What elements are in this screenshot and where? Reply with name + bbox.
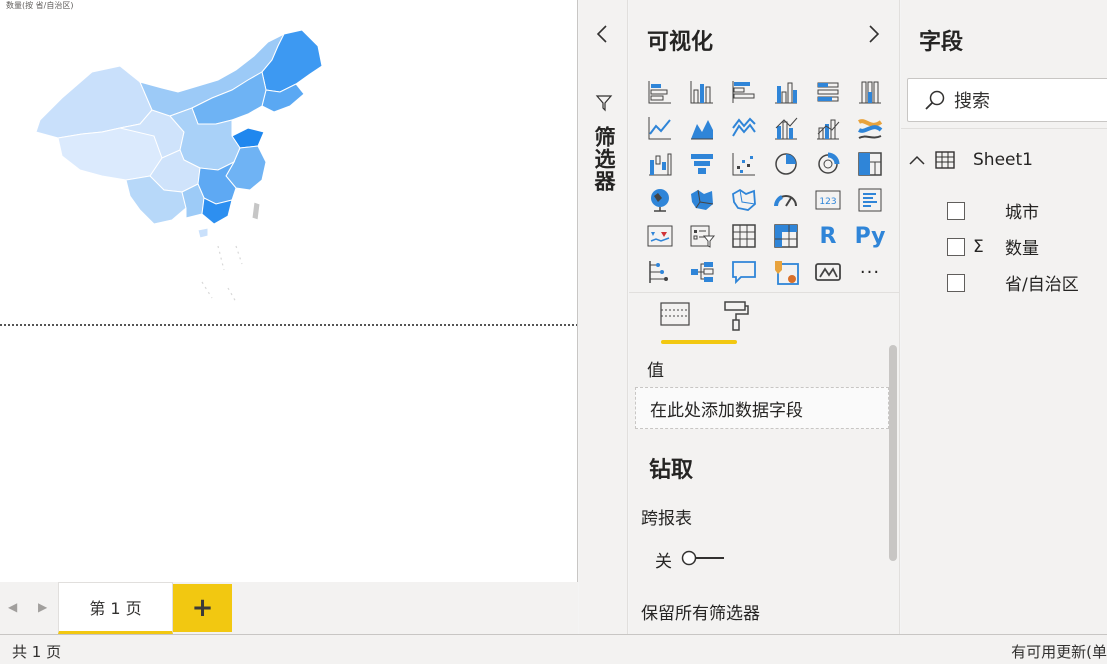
visual-gallery: 123 R Py ···	[639, 74, 889, 290]
table-name: Sheet1	[973, 150, 1033, 170]
map-icon[interactable]	[639, 182, 681, 218]
visualizations-title: 可视化	[647, 30, 714, 55]
pie-chart-icon[interactable]	[765, 146, 807, 182]
page-tab-1[interactable]: 第 1 页	[58, 582, 173, 634]
drillthrough-title: 钻取	[649, 458, 694, 483]
field-name: 省/自治区	[1005, 275, 1079, 295]
field-item-province[interactable]: 省/自治区	[947, 270, 1079, 295]
kpi-icon[interactable]	[639, 218, 681, 254]
stacked-bar-chart-icon[interactable]	[639, 74, 681, 110]
fields-search-input[interactable]: 搜索	[907, 78, 1107, 122]
cross-report-toggle-state: 关	[655, 552, 672, 572]
key-influencers-icon[interactable]	[639, 254, 681, 290]
filters-pane: 筛选器	[579, 0, 628, 634]
python-visual-label: Py	[854, 223, 886, 249]
r-script-visual-label: R	[819, 223, 837, 249]
table-sheet1-row[interactable]: Sheet1	[907, 150, 1033, 170]
paginated-report-icon[interactable]	[807, 254, 849, 290]
line-and-stacked-column-chart-icon[interactable]	[765, 110, 807, 146]
table-icon	[935, 151, 955, 169]
collapse-filters-chevron-left-icon[interactable]	[595, 24, 609, 50]
values-drop-zone[interactable]: 在此处添加数据字段	[635, 387, 889, 429]
svg-text:123: 123	[819, 197, 836, 207]
next-page-arrow-icon[interactable]: ▶	[38, 600, 47, 614]
field-checkbox[interactable]	[947, 201, 965, 220]
100-stacked-bar-chart-icon[interactable]	[807, 74, 849, 110]
field-checkbox[interactable]	[947, 273, 965, 292]
ribbon-chart-icon[interactable]	[849, 110, 891, 146]
filters-pane-label[interactable]: 筛选器	[589, 126, 619, 192]
fields-separator	[901, 128, 1107, 129]
active-tab-underline	[661, 340, 737, 344]
map-islands	[201, 245, 243, 303]
gauge-icon[interactable]	[765, 182, 807, 218]
line-chart-icon[interactable]	[639, 110, 681, 146]
python-visual-icon[interactable]: Py	[849, 218, 891, 254]
report-canvas[interactable]: 数量(按 省/自治区)	[0, 0, 578, 582]
keep-all-filters-label: 保留所有筛选器	[641, 604, 760, 624]
add-page-button[interactable]: +	[173, 584, 232, 632]
stacked-column-chart-icon[interactable]	[681, 74, 723, 110]
r-script-visual-icon[interactable]: R	[807, 218, 849, 254]
smart-narrative-icon[interactable]	[765, 254, 807, 290]
filled-map-visual[interactable]	[22, 20, 332, 310]
map-title: 数量(按 省/自治区)	[6, 1, 74, 10]
area-chart-icon[interactable]	[681, 110, 723, 146]
line-and-clustered-column-chart-icon[interactable]	[807, 110, 849, 146]
field-checkbox[interactable]	[947, 237, 965, 256]
field-name: 数量	[1005, 239, 1039, 259]
clustered-bar-chart-icon[interactable]	[723, 74, 765, 110]
cross-report-toggle[interactable]	[681, 550, 725, 566]
expand-chevron-right-icon[interactable]	[867, 24, 881, 50]
donut-chart-icon[interactable]	[807, 146, 849, 182]
field-item-quantity[interactable]: Σ 数量	[947, 234, 1039, 259]
search-icon	[925, 90, 945, 110]
pane-scrollbar[interactable]	[889, 345, 897, 561]
map-region	[251, 201, 261, 221]
search-placeholder: 搜索	[954, 91, 990, 112]
fields-well-tab[interactable]	[659, 300, 737, 344]
field-item-city[interactable]: 城市	[947, 198, 1039, 223]
pane-separator	[629, 292, 900, 293]
clustered-column-chart-icon[interactable]	[765, 74, 807, 110]
shape-map-icon[interactable]	[723, 182, 765, 218]
waterfall-chart-icon[interactable]	[639, 146, 681, 182]
chevron-up-icon[interactable]	[907, 154, 927, 166]
funnel-icon	[595, 94, 613, 116]
fields-well-icon	[660, 302, 690, 326]
values-well-label: 值	[647, 361, 664, 381]
paint-roller-icon	[724, 301, 749, 331]
cross-report-label: 跨报表	[641, 509, 692, 529]
fields-pane: 字段 搜索 Sheet1 城市 Σ 数量 省/自治区	[901, 0, 1107, 634]
status-bar: 共 1 页 有可用更新(单	[0, 634, 1107, 664]
page-count-text: 共 1 页	[12, 643, 62, 661]
slicer-icon[interactable]	[681, 218, 723, 254]
table-icon[interactable]	[723, 218, 765, 254]
filled-map-icon[interactable]	[681, 182, 723, 218]
update-available-link[interactable]: 有可用更新(单	[1011, 641, 1107, 662]
page-tabs-bar: ◀ ▶ 第 1 页 +	[0, 582, 578, 634]
map-region	[261, 29, 323, 93]
sigma-icon: Σ	[973, 236, 984, 257]
qa-visual-icon[interactable]	[723, 254, 765, 290]
canvas-divider	[0, 324, 577, 326]
more-visuals-label: ···	[859, 261, 881, 283]
scatter-chart-icon[interactable]	[723, 146, 765, 182]
visualizations-pane: 可视化 123 R Py ··· 值 在此处添加数据字段 钻取 跨报表 关 保留…	[629, 0, 900, 634]
prev-page-arrow-icon[interactable]: ◀	[8, 600, 17, 614]
matrix-icon[interactable]	[765, 218, 807, 254]
decomposition-tree-icon[interactable]	[681, 254, 723, 290]
map-region	[197, 227, 209, 239]
more-visuals-icon[interactable]: ···	[849, 254, 891, 290]
format-paint-roller-tab[interactable]	[721, 300, 751, 336]
100-stacked-column-chart-icon[interactable]	[849, 74, 891, 110]
fields-title: 字段	[919, 30, 964, 55]
card-icon[interactable]: 123	[807, 182, 849, 218]
multi-row-card-icon[interactable]	[849, 182, 891, 218]
stacked-area-chart-icon[interactable]	[723, 110, 765, 146]
treemap-icon[interactable]	[849, 146, 891, 182]
funnel-chart-icon[interactable]	[681, 146, 723, 182]
field-name: 城市	[1005, 203, 1039, 223]
